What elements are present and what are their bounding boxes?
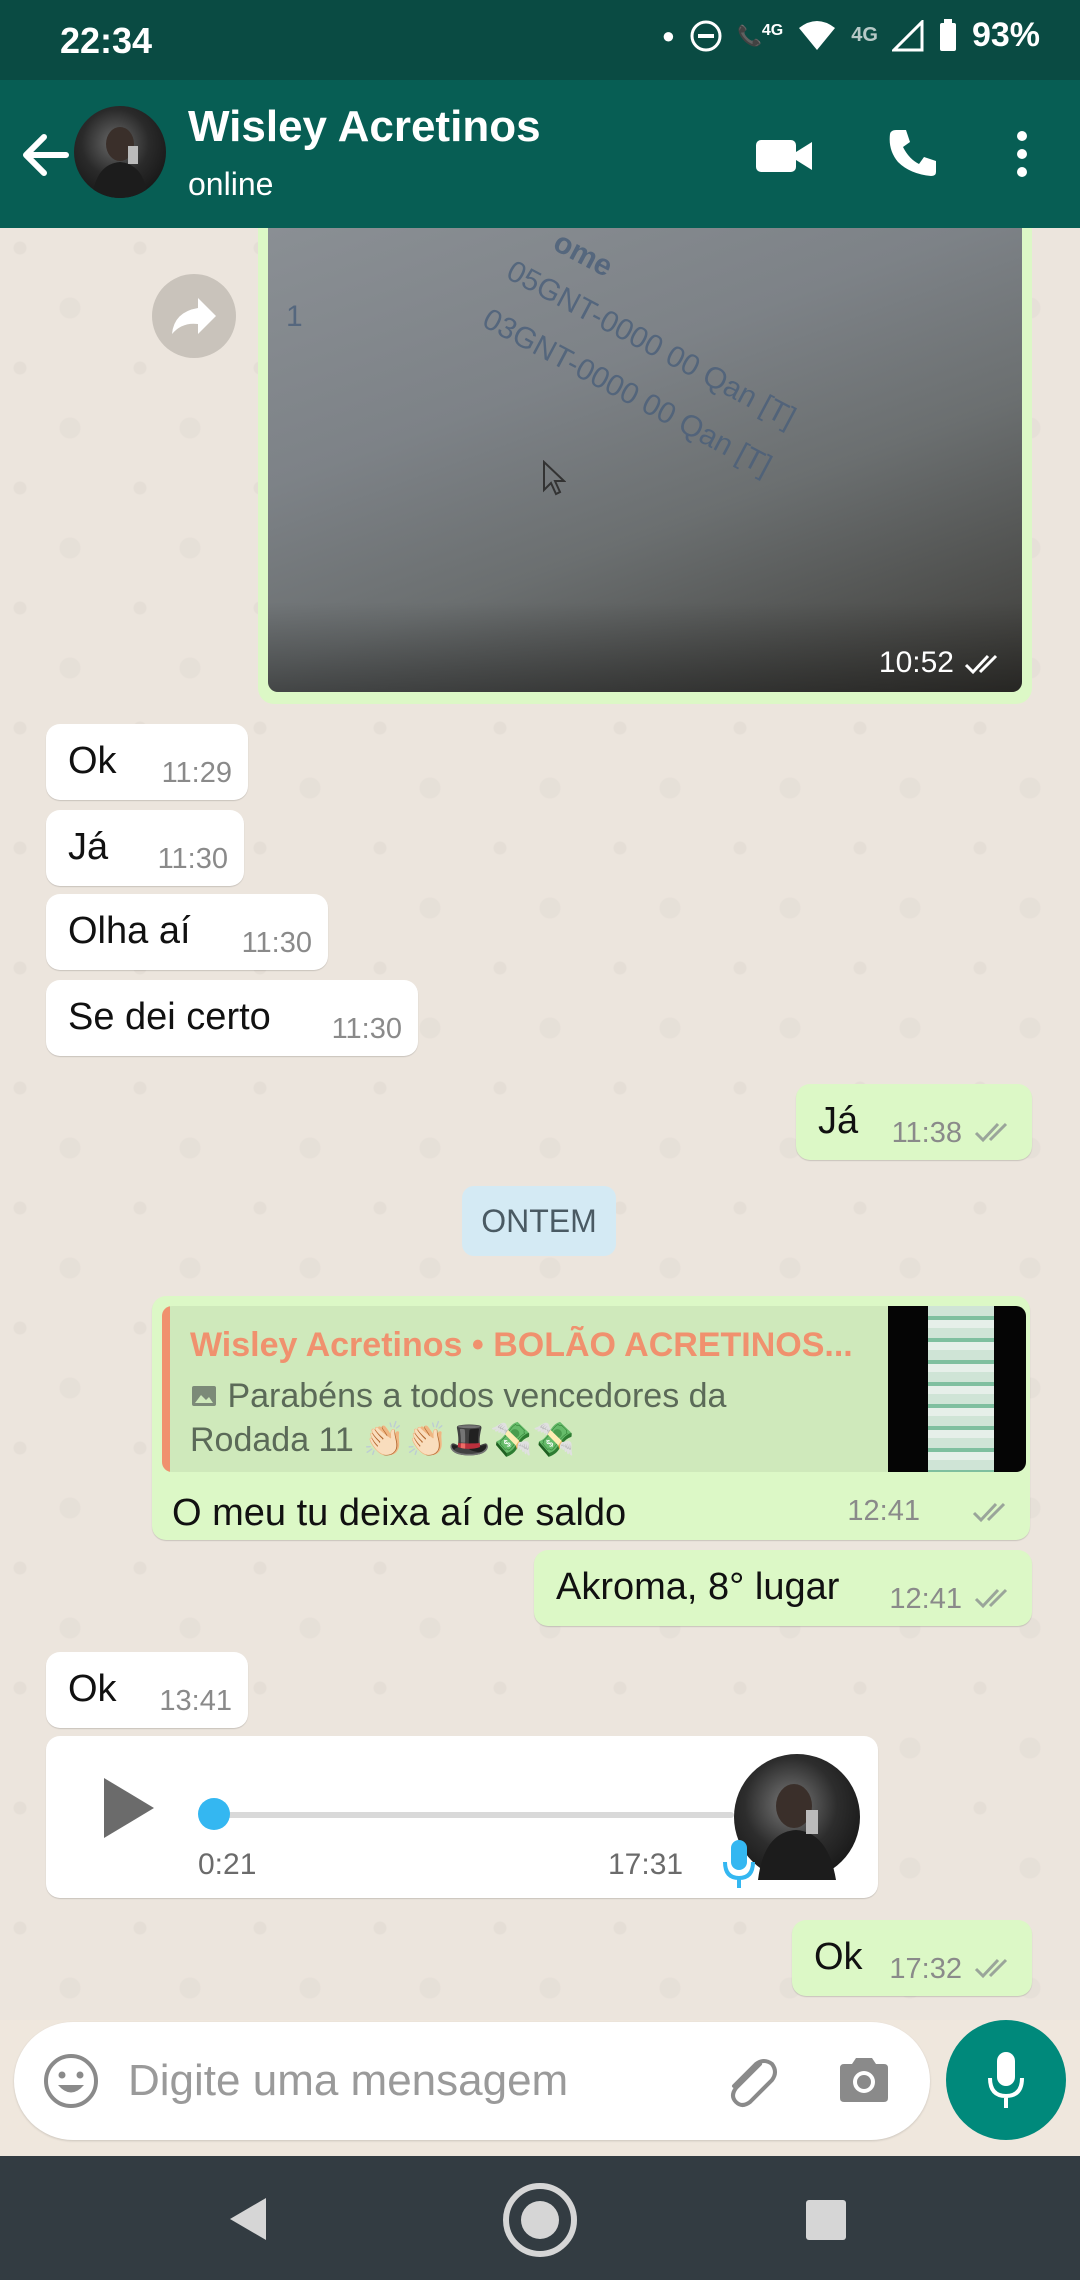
incoming-message[interactable]: Se dei certo 11:30	[46, 980, 418, 1056]
message-input[interactable]: Digite uma mensagem	[128, 2056, 568, 2106]
signal-icon	[891, 19, 924, 51]
voice-message[interactable]: 0:21 17:31	[46, 1736, 878, 1898]
double-check-icon	[974, 1958, 1008, 1979]
date-divider: ONTEM	[462, 1186, 616, 1256]
message-time: 17:31	[608, 1848, 684, 1881]
voice-progress-track[interactable]	[214, 1812, 734, 1818]
more-options-icon[interactable]	[1014, 130, 1030, 178]
chat-header: Wisley Acretinos online	[0, 80, 1080, 228]
voice-duration: 0:21	[198, 1848, 257, 1881]
photo-attachment[interactable]: ome 05GNT-0000 00 Qan [T] 03GNT-0000 00 …	[268, 228, 1022, 692]
contact-status: online	[188, 166, 274, 202]
phone-icon[interactable]	[886, 126, 938, 178]
mic-icon	[723, 1840, 755, 1888]
incoming-message[interactable]: Já 11:30	[46, 810, 244, 886]
mic-icon	[988, 2052, 1024, 2108]
forward-icon	[172, 298, 216, 334]
record-voice-button[interactable]	[946, 2020, 1066, 2140]
quoted-image-thumbnail	[888, 1306, 1026, 1472]
cursor-icon	[543, 460, 566, 496]
quoted-message[interactable]: Wisley Acretinos • BOLÃO ACRETINOS... Pa…	[162, 1306, 1026, 1472]
quoted-text: Parabéns a todos vencedores da Rodada 11…	[190, 1377, 727, 1459]
dnd-icon	[690, 20, 722, 51]
back-arrow-icon[interactable]	[16, 120, 76, 190]
incoming-message[interactable]: Olha aí 11:30	[46, 894, 328, 970]
contact-name[interactable]: Wisley Acretinos	[188, 102, 541, 152]
chat-area[interactable]: ome 05GNT-0000 00 Qan [T] 03GNT-0000 00 …	[0, 228, 1080, 2020]
image-message[interactable]: ome 05GNT-0000 00 Qan [T] 03GNT-0000 00 …	[258, 228, 1032, 704]
image-icon	[192, 1386, 216, 1406]
system-navigation-bar	[0, 2156, 1080, 2280]
volte-icon: 📞4G	[737, 22, 784, 48]
camera-icon[interactable]	[836, 2056, 892, 2104]
emoji-icon[interactable]	[42, 2052, 100, 2110]
incoming-message[interactable]: Ok 13:41	[46, 1652, 248, 1728]
nav-back-icon[interactable]	[228, 2196, 268, 2242]
double-check-icon	[964, 654, 998, 675]
battery-percent: 93%	[971, 16, 1040, 54]
status-time: 22:34	[60, 20, 153, 61]
play-icon[interactable]	[100, 1776, 156, 1840]
status-bar: 22:34 ● 📞4G 4G 93%	[0, 0, 1080, 80]
incoming-message[interactable]: Ok 11:29	[46, 724, 248, 800]
emoji-sequence: 👏🏻👏🏻🎩💸💸	[363, 1421, 575, 1459]
double-check-icon	[972, 1502, 1006, 1523]
contact-avatar[interactable]	[74, 106, 166, 198]
status-icons: ● 📞4G 4G 93%	[662, 16, 1040, 55]
nav-home-icon[interactable]	[500, 2180, 580, 2260]
battery-icon	[939, 18, 956, 51]
message-input-bar: Digite uma mensagem	[14, 2022, 930, 2140]
network-type-label: 4G	[851, 24, 878, 46]
double-check-icon	[974, 1588, 1008, 1609]
notification-dot-icon: ●	[661, 22, 675, 48]
double-check-icon	[974, 1122, 1008, 1143]
reply-message[interactable]: Wisley Acretinos • BOLÃO ACRETINOS... Pa…	[152, 1296, 1030, 1540]
outgoing-message[interactable]: Ok 17:32	[792, 1920, 1032, 1996]
outgoing-message[interactable]: Akroma, 8° lugar 12:41	[534, 1550, 1032, 1626]
outgoing-message[interactable]: Já 11:38	[796, 1084, 1032, 1160]
forward-button[interactable]	[152, 274, 236, 358]
video-call-icon[interactable]	[756, 136, 814, 176]
nav-recents-icon[interactable]	[806, 2200, 846, 2240]
message-time: 10:52	[878, 646, 954, 679]
voice-seek-handle[interactable]	[198, 1798, 230, 1830]
attach-icon[interactable]	[720, 2052, 780, 2112]
wifi-icon	[799, 20, 836, 50]
quoted-author: Wisley Acretinos • BOLÃO ACRETINOS...	[190, 1326, 853, 1364]
